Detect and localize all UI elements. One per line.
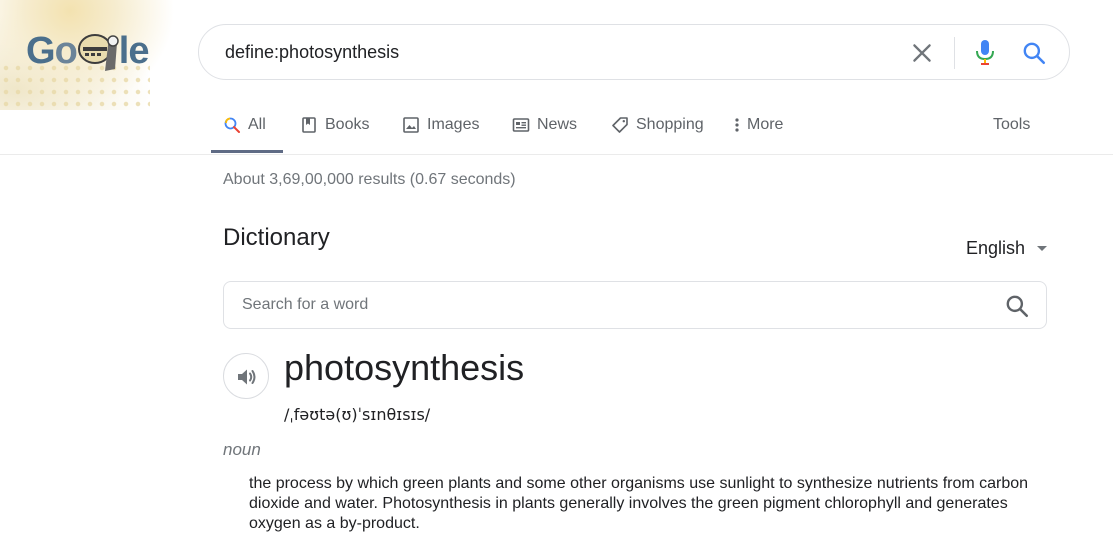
search-icon xyxy=(224,117,240,133)
microphone-icon[interactable] xyxy=(973,38,997,68)
book-icon xyxy=(302,117,316,133)
tab-label: All xyxy=(248,116,266,133)
language-select[interactable]: English xyxy=(966,238,1048,259)
chevron-down-icon xyxy=(1037,246,1048,251)
image-icon xyxy=(403,117,419,133)
phonetic-spelling: /ˌfəʊtə(ʊ)ˈsɪnθɪsɪs/ xyxy=(284,405,431,424)
speaker-icon xyxy=(238,369,256,385)
word-search-input[interactable] xyxy=(242,294,942,316)
search-bar[interactable]: define:photosynthesis xyxy=(198,24,1070,80)
tab-label: Images xyxy=(427,116,480,133)
logo-letters-tail: le xyxy=(118,29,150,72)
active-tab-indicator xyxy=(211,150,283,153)
tab-news[interactable]: News xyxy=(512,114,577,136)
headword: photosynthesis xyxy=(284,347,525,388)
tab-more[interactable]: More xyxy=(733,114,783,136)
close-icon[interactable] xyxy=(909,40,935,66)
logo-letter-g: G xyxy=(26,29,56,72)
google-doodle-logo[interactable]: G o le xyxy=(26,28,150,74)
dictionary-title: Dictionary xyxy=(223,224,330,251)
search-input[interactable]: define:photosynthesis xyxy=(225,42,399,63)
definition-text: the process by which green plants and so… xyxy=(249,475,1029,532)
result-stats: About 3,69,00,000 results (0.67 seconds) xyxy=(223,171,516,188)
tools-label: Tools xyxy=(993,116,1031,133)
search-icon[interactable] xyxy=(1004,293,1030,319)
news-icon xyxy=(512,118,530,132)
doodle-figure-icon xyxy=(77,34,119,71)
tab-label: Shopping xyxy=(636,116,704,133)
part-of-speech: noun xyxy=(223,440,261,459)
tab-label: Books xyxy=(325,116,370,133)
search-icon[interactable] xyxy=(1021,40,1047,66)
tab-all[interactable]: All xyxy=(223,114,266,136)
search-bar-divider xyxy=(954,37,955,69)
tab-label: More xyxy=(747,116,784,133)
more-vert-icon xyxy=(735,118,739,132)
language-label: English xyxy=(966,238,1026,258)
search-tabs: All Books Images News Shopping More Tool… xyxy=(0,100,1113,155)
word-search-box[interactable] xyxy=(223,281,1047,329)
tools-button[interactable]: Tools xyxy=(993,114,1030,136)
tab-images[interactable]: Images xyxy=(402,114,479,136)
logo-letter-o: o xyxy=(54,29,78,72)
tag-icon xyxy=(612,117,628,133)
pronunciation-button[interactable] xyxy=(223,353,269,399)
tab-label: News xyxy=(537,116,578,133)
search-results-page: G o le define:photosynthesis All Books I… xyxy=(0,0,1113,556)
tab-shopping[interactable]: Shopping xyxy=(611,114,704,136)
tab-books[interactable]: Books xyxy=(300,114,369,136)
